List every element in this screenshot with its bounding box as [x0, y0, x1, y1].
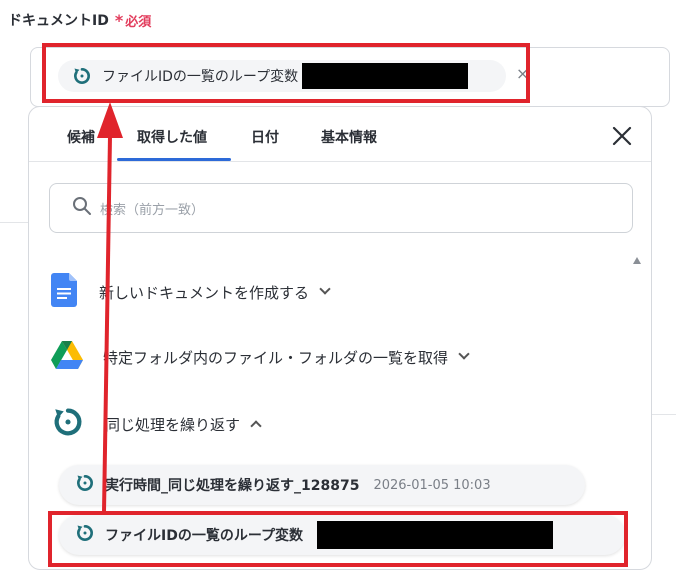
item-label: ファイルIDの一覧のループ変数	[105, 528, 303, 544]
chevron-down-icon[interactable]	[319, 283, 331, 295]
background-divider	[0, 222, 28, 223]
list-item-loop-variable[interactable]: ファイルIDの一覧のループ変数	[59, 515, 625, 555]
scroll-up-arrow-icon[interactable]	[633, 257, 641, 264]
chevron-down-icon[interactable]	[458, 348, 470, 360]
chip-label: ファイルIDの一覧のループ変数	[102, 69, 299, 85]
google-drive-icon	[51, 341, 83, 373]
remove-chip-icon[interactable]: ×	[516, 64, 529, 83]
background-divider-right	[652, 414, 676, 415]
search-icon	[72, 196, 92, 220]
redacted-block	[317, 521, 553, 549]
field-label-text: ドキュメントID	[8, 13, 109, 29]
tab-candidates[interactable]: 候補	[67, 127, 95, 147]
required-text: 必須	[125, 14, 152, 30]
required-asterisk: *	[114, 10, 124, 30]
item-timestamp: 2026-01-05 10:03	[373, 477, 491, 493]
loop-icon	[75, 473, 95, 497]
list-item-execution-time[interactable]: 実行時間_同じ処理を繰り返す_128875 2026-01-05 10:03	[59, 465, 585, 505]
group-label: 特定フォルダ内のファイル・フォルダの一覧を取得	[103, 348, 449, 367]
group-list-folder-files[interactable]: 特定フォルダ内のファイル・フォルダの一覧を取得	[51, 341, 470, 373]
loop-icon	[72, 66, 92, 86]
close-icon[interactable]	[611, 125, 633, 147]
item-label: 実行時間_同じ処理を繰り返す_128875	[105, 478, 360, 494]
selected-value-chip[interactable]: ファイルIDの一覧のループ変数	[58, 60, 506, 92]
tab-bar: 候補 取得した値 日付 基本情報	[29, 107, 651, 162]
group-label: 同じ処理を繰り返す	[105, 415, 241, 434]
tab-retrieved-values[interactable]: 取得した値	[137, 127, 207, 147]
tab-date[interactable]: 日付	[251, 127, 279, 147]
search-placeholder: 検索（前方一致）	[100, 202, 205, 218]
field-label: ドキュメントID * 必須	[8, 10, 151, 30]
loop-icon	[75, 523, 95, 547]
chevron-up-icon[interactable]	[250, 420, 262, 432]
redacted-block	[302, 63, 469, 89]
group-create-document[interactable]: 新しいドキュメントを作成する	[51, 273, 331, 311]
search-input[interactable]: 検索（前方一致）	[49, 183, 633, 233]
group-loop[interactable]: 同じ処理を繰り返す	[51, 405, 262, 443]
value-picker-panel: 候補 取得した値 日付 基本情報 検索（前方一致） 新しいドキュメントを作成する…	[28, 106, 652, 570]
group-label: 新しいドキュメントを作成する	[99, 283, 310, 302]
google-docs-icon	[51, 273, 79, 311]
loop-icon	[51, 405, 85, 443]
active-tab-indicator	[117, 158, 231, 161]
tab-basic-info[interactable]: 基本情報	[321, 127, 377, 147]
